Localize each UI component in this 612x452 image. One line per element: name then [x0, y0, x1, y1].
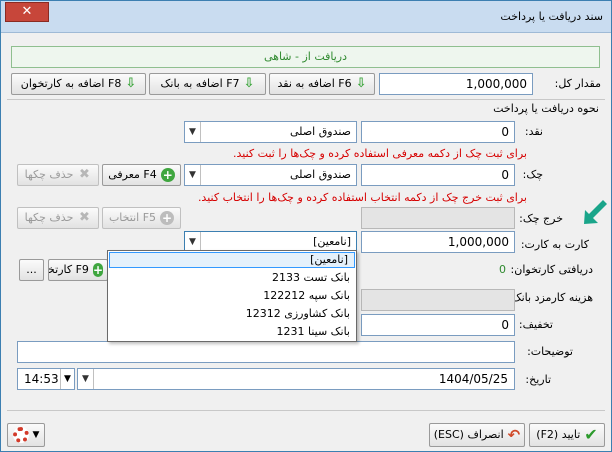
time-value: 14:53: [24, 372, 59, 386]
checkmark-icon: ✔: [584, 425, 598, 444]
undo-arrow-icon: ↶: [507, 426, 521, 444]
add-to-bank-button[interactable]: اضافه به بانک F7 ⇩: [149, 73, 266, 95]
plus-icon: +: [160, 168, 175, 182]
cancel-button[interactable]: (ESC) انصراف ↶: [429, 423, 525, 447]
cheque-out-amount-field: [361, 207, 515, 229]
add-to-card-label: اضافه به کارتخوان F8: [20, 77, 122, 90]
bank-fee-label: هزینه کارمزد بانک:: [508, 291, 593, 304]
date-value: 1404/05/25: [438, 372, 508, 386]
down-arrow-icon: ⇩: [355, 76, 367, 91]
window-title: سند دریافت یا پرداخت: [500, 10, 603, 23]
time-field[interactable]: 14:53 ▼: [17, 368, 75, 390]
more-button[interactable]: ...: [19, 259, 44, 281]
pointer-arrow-icon: [584, 200, 607, 224]
cheque-amount-field[interactable]: 0: [361, 164, 515, 186]
close-button[interactable]: ✕: [5, 2, 49, 22]
chevron-down-icon: ▼: [32, 430, 40, 440]
add-to-cash-button[interactable]: اضافه به نقد F6 ⇩: [269, 73, 375, 95]
cheque-label: چک:: [522, 168, 543, 181]
bank-fee-field: [361, 289, 515, 311]
amount-label: مقدار کل:: [554, 77, 601, 90]
more-label: ...: [26, 263, 37, 276]
method-title: نحوه دریافت یا پرداخت: [493, 102, 599, 115]
chevron-down-icon: ▼: [185, 165, 201, 185]
delete-cheques-button[interactable]: حذف چکها ✖: [17, 164, 99, 186]
lifebuoy-icon: [12, 427, 29, 443]
subtitle-bar: دریافت از - شاهی: [11, 46, 600, 68]
dropdown-option[interactable]: بانک تست 2133: [108, 269, 356, 287]
cheque-out-note: برای ثبت خرج چک از دکمه انتخاب استفاده ک…: [197, 191, 527, 204]
description-label: توضیحات:: [527, 345, 573, 358]
date-label: تاریخ:: [525, 373, 551, 386]
help-button[interactable]: ▼: [7, 423, 45, 447]
delete-icon: ✖: [78, 167, 90, 182]
add-to-cash-label: اضافه به نقد F6: [277, 77, 352, 90]
cheque-box-value: صندوق اصلی: [290, 168, 351, 181]
title-bar: ✕ سند دریافت یا پرداخت: [1, 1, 611, 33]
card-transfer-bank-value: [نامعین]: [313, 235, 351, 248]
down-arrow-icon: ⇩: [243, 76, 255, 91]
discount-label: تخفیف:: [518, 318, 553, 331]
dropdown-option[interactable]: بانک سینا 1231: [108, 323, 356, 341]
description-field[interactable]: [17, 341, 515, 363]
amount-field[interactable]: 1,000,000: [379, 73, 533, 95]
divider: [7, 99, 605, 100]
date-field[interactable]: ▼ 1404/05/25: [77, 368, 515, 390]
dialog-window: ✕ سند دریافت یا پرداخت دریافت از - شاهی …: [0, 0, 612, 452]
card-transfer-label: کارت به کارت:: [520, 238, 589, 251]
add-to-bank-label: اضافه به بانک F7: [160, 77, 240, 90]
confirm-button[interactable]: (F2) تایید ✔: [529, 423, 605, 447]
delete-cheques-label: حذف چکها: [24, 168, 74, 181]
introduce-cheque-button[interactable]: معرفی F4 +: [102, 164, 181, 186]
subtitle-text: دریافت از - شاهی: [263, 50, 348, 63]
pos-value: 0: [499, 263, 506, 276]
close-icon: ✕: [21, 4, 33, 19]
confirm-label: (F2) تایید: [536, 428, 581, 441]
cancel-label: (ESC) انصراف: [433, 428, 504, 441]
delete-out-cheques-label: حذف چکها: [24, 211, 74, 224]
chevron-down-icon: ▼: [185, 122, 201, 142]
chevron-down-icon: ▼: [185, 232, 201, 252]
dropdown-option[interactable]: [نامعین]: [109, 252, 355, 268]
select-cheque-label: انتخاب F5: [108, 211, 157, 224]
dropdown-option[interactable]: بانک کشاورزی 12312: [108, 305, 356, 323]
delete-icon: ✖: [78, 210, 90, 225]
spinner-down-icon[interactable]: ▼: [60, 369, 74, 389]
plus-icon: +: [92, 263, 103, 277]
card-transfer-amount-field[interactable]: 1,000,000: [361, 231, 515, 253]
calendar-dropdown-button[interactable]: ▼: [78, 369, 94, 389]
pos-button[interactable]: کارتخوان F9+: [48, 259, 108, 281]
introduce-cheque-label: معرفی F4: [108, 168, 157, 181]
dropdown-option[interactable]: بانک سپه 122212: [108, 287, 356, 305]
cash-label: نقد:: [524, 125, 543, 138]
add-to-card-button[interactable]: اضافه به کارتخوان F8 ⇩: [11, 73, 146, 95]
cash-box-select[interactable]: ▼ صندوق اصلی: [184, 121, 357, 143]
cash-box-value: صندوق اصلی: [290, 125, 351, 138]
footer-divider: [7, 410, 605, 411]
pos-button-label: کارتخوان F9: [48, 263, 89, 276]
bank-dropdown-list: [نامعین] بانک تست 2133 بانک سپه 122212 ب…: [107, 250, 357, 342]
pos-label: دریافتی کارتخوان:: [510, 263, 593, 276]
select-cheque-button[interactable]: انتخاب F5 +: [102, 207, 181, 229]
down-arrow-icon: ⇩: [125, 76, 137, 91]
delete-out-cheques-button[interactable]: حذف چکها ✖: [17, 207, 99, 229]
plus-icon: +: [160, 211, 175, 225]
cheque-note: برای ثبت چک از دکمه معرفی استفاده کرده و…: [233, 147, 527, 160]
discount-field[interactable]: 0: [361, 314, 515, 336]
cheque-box-select[interactable]: ▼ صندوق اصلی: [184, 164, 357, 186]
cash-amount-field[interactable]: 0: [361, 121, 515, 143]
cheque-out-label: خرج چک:: [519, 212, 563, 225]
